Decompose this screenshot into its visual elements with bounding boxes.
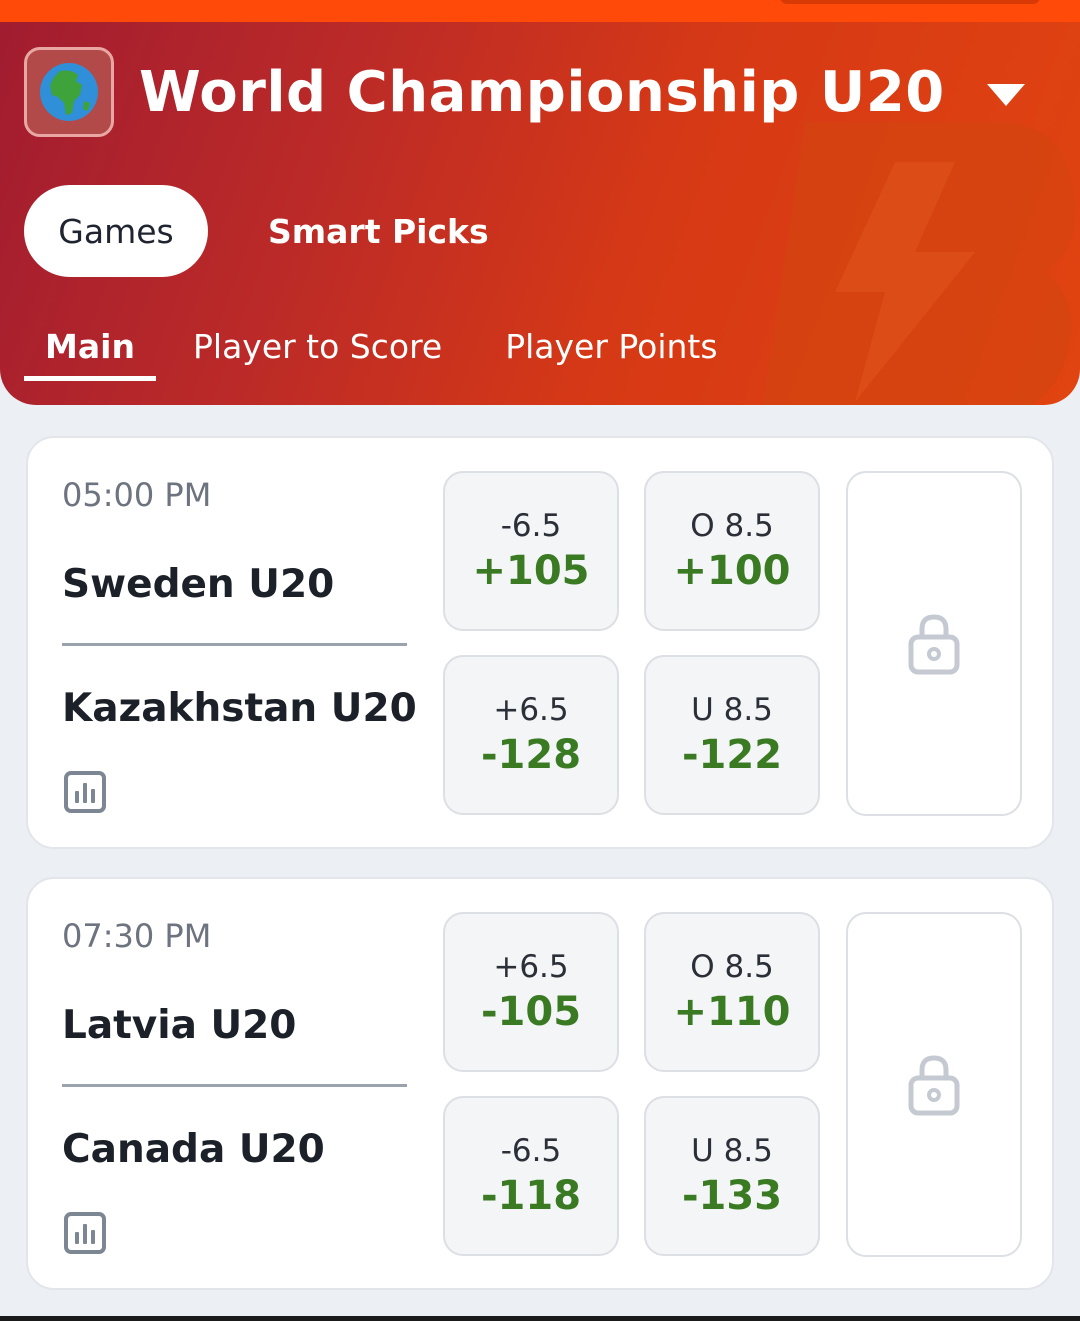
- odds-price: -133: [681, 1173, 783, 1219]
- game-card[interactable]: 07:30 PM Latvia U20 Canada U20 +6.5 -105…: [26, 877, 1054, 1290]
- odds-line: -6.5: [500, 1133, 562, 1169]
- main-tabs: Games Smart Picks: [24, 185, 489, 277]
- odds-line: U 8.5: [691, 692, 773, 728]
- lock-icon: [908, 613, 960, 674]
- game-card[interactable]: 05:00 PM Sweden U20 Kazakhstan U20 -6.5 …: [26, 436, 1054, 849]
- odds-line: O 8.5: [690, 949, 774, 985]
- odds-button-total-under[interactable]: U 8.5 -122: [644, 655, 820, 815]
- globe-icon: [40, 63, 98, 121]
- lock-icon: [908, 1054, 960, 1115]
- page: World Championship U20 Games Smart Picks…: [0, 0, 1080, 1321]
- odds-button-spread-away[interactable]: -6.5 -118: [443, 1096, 619, 1256]
- odds-line: -6.5: [500, 508, 562, 544]
- odds-button-total-over[interactable]: O 8.5 +110: [644, 912, 820, 1072]
- odds-line: U 8.5: [691, 1133, 773, 1169]
- team-away: Canada U20: [62, 1127, 325, 1172]
- subtab-player-to-score[interactable]: Player to Score: [193, 327, 442, 381]
- brand-watermark-icon: [762, 122, 1075, 405]
- team-home: Sweden U20: [62, 562, 335, 607]
- subtab-player-points[interactable]: Player Points: [505, 327, 717, 381]
- chevron-down-icon[interactable]: [986, 84, 1025, 106]
- odds-price: -122: [681, 732, 783, 778]
- tab-games[interactable]: Games: [24, 185, 208, 277]
- odds-button-total-under[interactable]: U 8.5 -133: [644, 1096, 820, 1256]
- odds-line: +6.5: [493, 692, 569, 728]
- moneyline-locked: [846, 471, 1022, 816]
- game-time: 05:00 PM: [62, 476, 212, 514]
- odds-price: -105: [480, 989, 582, 1035]
- stats-icon[interactable]: [64, 1212, 106, 1254]
- odds-button-spread-home[interactable]: +6.5 -105: [443, 912, 619, 1072]
- subtab-main[interactable]: Main: [24, 327, 156, 381]
- odds-button-total-over[interactable]: O 8.5 +100: [644, 471, 820, 631]
- league-title: World Championship U20: [139, 59, 945, 125]
- divider: [62, 643, 407, 646]
- odds-button-spread-home[interactable]: -6.5 +105: [443, 471, 619, 631]
- game-time: 07:30 PM: [62, 917, 212, 955]
- odds-price: +110: [673, 989, 791, 1035]
- odds-price: -128: [480, 732, 582, 778]
- tab-smart-picks[interactable]: Smart Picks: [268, 212, 489, 251]
- bottom-edge: [0, 1316, 1080, 1321]
- market-subtabs: Main Player to Score Player Points: [24, 327, 781, 381]
- team-home: Latvia U20: [62, 1003, 297, 1048]
- team-away: Kazakhstan U20: [62, 686, 417, 731]
- divider: [62, 1084, 407, 1087]
- stats-icon[interactable]: [64, 771, 106, 813]
- odds-line: O 8.5: [690, 508, 774, 544]
- odds-line: +6.5: [493, 949, 569, 985]
- moneyline-locked: [846, 912, 1022, 1257]
- league-header: World Championship U20 Games Smart Picks…: [0, 22, 1080, 405]
- top-strip: [0, 0, 1080, 24]
- odds-price: -118: [480, 1173, 582, 1219]
- league-logo: [24, 47, 114, 137]
- odds-button-spread-away[interactable]: +6.5 -128: [443, 655, 619, 815]
- league-selector[interactable]: World Championship U20: [24, 47, 1025, 137]
- odds-price: +100: [673, 548, 791, 594]
- odds-price: +105: [472, 548, 590, 594]
